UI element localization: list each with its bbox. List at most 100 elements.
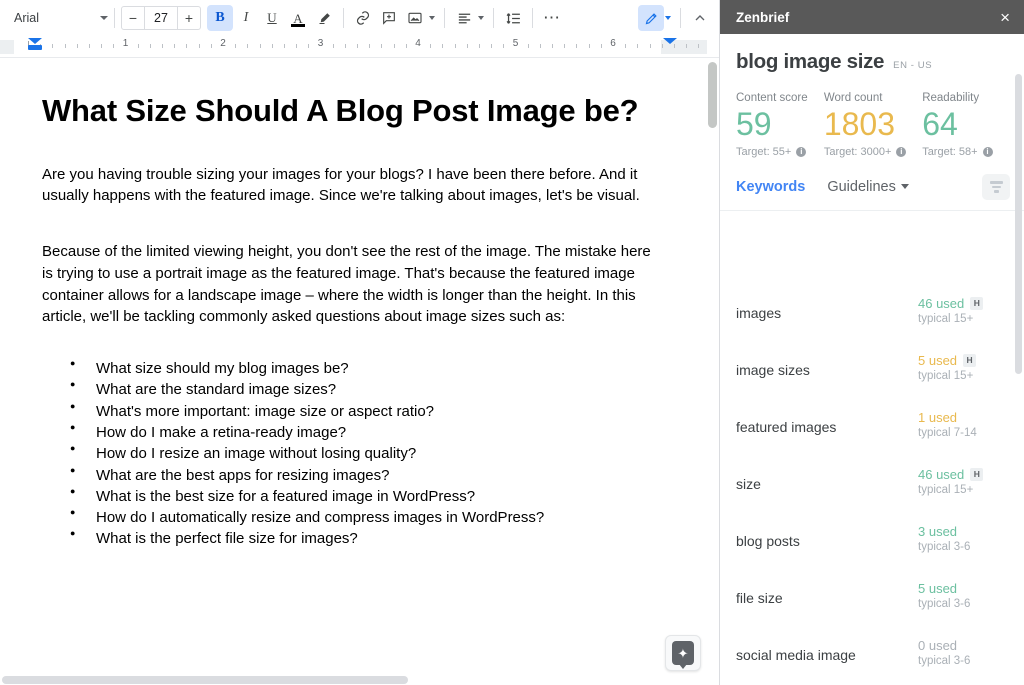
- tab-guidelines[interactable]: Guidelines: [827, 179, 909, 195]
- toolbar-divider: [343, 8, 344, 28]
- ruler-tick: [430, 44, 432, 48]
- keyword-stats: 46 used Htypical 15+: [918, 467, 1004, 496]
- text-color-button[interactable]: A: [285, 5, 311, 31]
- ruler-tick: [552, 44, 554, 48]
- document-vertical-scroll-thumb[interactable]: [708, 62, 717, 128]
- metric-value: 64: [922, 106, 958, 142]
- ruler-tick: [149, 44, 151, 48]
- keyword-list[interactable]: images 46 used Htypical 15+ image sizes 5 us…: [720, 283, 1024, 685]
- close-icon[interactable]: ×: [1000, 9, 1010, 26]
- line-spacing-button[interactable]: [500, 5, 526, 31]
- ruler-number: 5: [512, 38, 519, 49]
- line-spacing-icon: [506, 12, 520, 24]
- keyword-row[interactable]: social media image 0 used typical 3-6: [720, 625, 1024, 682]
- sparkle-icon: ✦: [672, 641, 694, 665]
- ruler-tick: [405, 44, 407, 48]
- document-horizontal-scrollbar[interactable]: [0, 675, 712, 685]
- metric-target: Target: 58+ i: [922, 146, 1010, 158]
- metric-card: Word count 1803 Target: 3000+ i: [824, 92, 922, 158]
- keyword-name: social media image: [736, 647, 856, 663]
- keyword-stats: 5 used typical 3-6: [918, 581, 1004, 610]
- keyword-name: image sizes: [736, 362, 810, 378]
- document-paragraph: Are you having trouble sizing your image…: [42, 165, 640, 205]
- ruler-tick: [198, 44, 200, 48]
- add-comment-button[interactable]: [376, 5, 402, 31]
- ruler-tick: [381, 44, 383, 48]
- font-size-decrease-button[interactable]: −: [122, 7, 144, 29]
- keyword-used-row: 0 used: [918, 638, 1004, 653]
- chevron-down-icon[interactable]: [478, 16, 484, 20]
- font-family-selector[interactable]: Arial: [10, 5, 108, 31]
- ruler-tick: [393, 44, 395, 48]
- keyword-used-row: 3 used: [918, 524, 1004, 539]
- font-size-stepper[interactable]: − 27 +: [121, 6, 201, 30]
- highlight-color-button[interactable]: [311, 5, 337, 31]
- keyword-row[interactable]: featured images 1 used typical 7-14: [720, 397, 1024, 454]
- document-vertical-scrollbar[interactable]: [708, 62, 717, 582]
- align-button[interactable]: [451, 5, 477, 31]
- ruler-tick: [539, 44, 541, 48]
- keyword-name: featured images: [736, 419, 837, 435]
- ruler-tick: [527, 44, 529, 48]
- collapse-toolbar-button[interactable]: [687, 5, 713, 31]
- keyword-name: images: [736, 305, 782, 321]
- explore-button[interactable]: ✦: [665, 635, 701, 671]
- document-ruler[interactable]: 1 2 3 4 5 6: [0, 36, 719, 58]
- pencil-icon: [645, 12, 657, 24]
- language-badge: EN - US: [893, 60, 933, 71]
- metric-target-label: Target: 55+: [736, 145, 792, 158]
- keyword-row[interactable]: blog posts 3 used typical 3-6: [720, 511, 1024, 568]
- right-indent-marker[interactable]: [663, 38, 677, 44]
- editing-mode-button[interactable]: [638, 5, 664, 31]
- metric-target-label: Target: 58+: [922, 145, 978, 158]
- insert-image-button[interactable]: [402, 5, 428, 31]
- metric-value: 59: [736, 106, 772, 142]
- list-item: How do I make a retina-ready image?: [70, 421, 652, 443]
- document-canvas[interactable]: What Size Should A Blog Post Image be? A…: [0, 59, 719, 685]
- italic-button[interactable]: I: [233, 5, 259, 31]
- ruler-tick: [686, 44, 688, 48]
- info-icon[interactable]: i: [796, 146, 807, 157]
- more-options-button[interactable]: ⋯: [539, 5, 565, 31]
- underline-button[interactable]: U: [259, 5, 285, 31]
- italic-label: I: [243, 10, 249, 25]
- toolbar-divider: [493, 8, 494, 28]
- document-horizontal-scroll-thumb[interactable]: [2, 676, 408, 684]
- keyword-name: file size: [736, 590, 783, 606]
- info-icon[interactable]: i: [896, 146, 907, 157]
- bold-label: B: [215, 10, 225, 25]
- insert-link-button[interactable]: [350, 5, 376, 31]
- keyword-row[interactable]: size 46 used Htypical 15+: [720, 454, 1024, 511]
- info-icon[interactable]: i: [982, 146, 993, 157]
- tab-label: Guidelines: [827, 178, 896, 195]
- toolbar-divider: [532, 8, 533, 28]
- ruler-tick: [88, 44, 90, 48]
- keyword-row[interactable]: image sizes 5 used Htypical 15+: [720, 340, 1024, 397]
- panel-vertical-scroll-thumb[interactable]: [1015, 74, 1022, 374]
- first-line-indent-marker[interactable]: [28, 38, 42, 44]
- filter-icon[interactable]: [982, 173, 1010, 200]
- tab-keywords[interactable]: Keywords: [736, 179, 805, 195]
- keyword-row[interactable]: file size 5 used typical 3-6: [720, 568, 1024, 625]
- ruler-tick: [454, 44, 456, 48]
- editor-toolbar: Arial − 27 + B I U A ⋯: [0, 0, 719, 36]
- keyword-row[interactable]: images 46 used Htypical 15+: [720, 283, 1024, 340]
- bold-button[interactable]: B: [207, 5, 233, 31]
- insert-image-icon: [408, 12, 422, 24]
- keyword-title-row: blog image size EN - US: [720, 34, 1024, 74]
- left-indent-marker[interactable]: [28, 45, 42, 50]
- ruler-tick: [162, 44, 164, 48]
- font-size-input[interactable]: 27: [144, 7, 178, 29]
- document-page[interactable]: What Size Should A Blog Post Image be? A…: [0, 59, 694, 550]
- font-size-increase-button[interactable]: +: [178, 7, 200, 29]
- panel-vertical-scrollbar[interactable]: [1015, 74, 1022, 685]
- target-keyword-title: blog image size: [736, 50, 885, 73]
- list-item: What's more important: image size or asp…: [70, 400, 652, 422]
- metric-target: Target: 3000+ i: [824, 146, 922, 158]
- list-item: What are the standard image sizes?: [70, 378, 652, 400]
- chevron-down-icon[interactable]: [665, 16, 671, 20]
- keyword-typical-range: typical 15+: [918, 370, 974, 382]
- ruler-tick: [442, 44, 444, 48]
- keyword-typical-range: typical 3-6: [918, 541, 971, 553]
- chevron-down-icon[interactable]: [429, 16, 435, 20]
